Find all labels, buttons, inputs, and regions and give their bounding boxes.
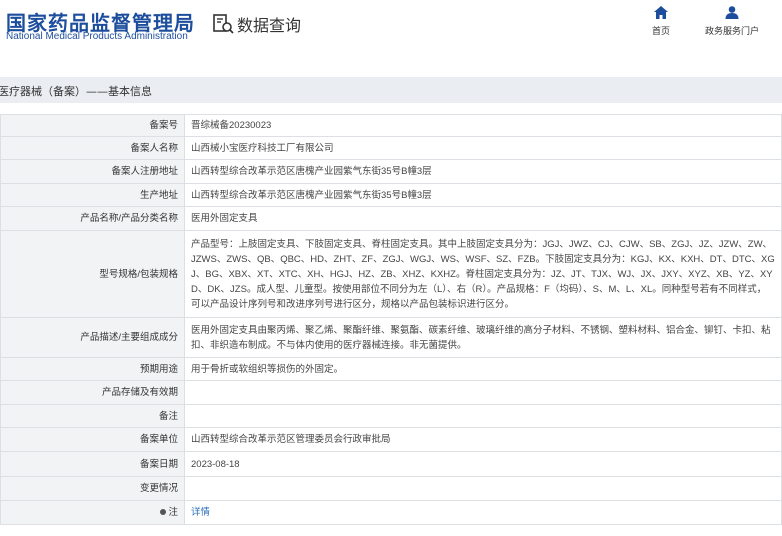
table-row: 产品名称/产品分类名称 医用外固定支具 (0, 206, 782, 231)
row-label: 产品存储及有效期 (0, 380, 185, 405)
row-value: 山西械小宝医疗科技工厂有限公司 (184, 136, 782, 160)
row-value: 山西转型综合改革示范区唐槐产业园紫气东街35号B幢3层 (184, 183, 782, 207)
nav-home-label: 首页 (651, 26, 670, 36)
row-label: 备案号 (0, 114, 185, 137)
row-value: 晋综械备20230023 (184, 114, 782, 137)
row-value: 山西转型综合改革示范区唐槐产业园紫气东街35号B幢3层 (184, 159, 782, 184)
row-value (184, 404, 782, 428)
table-row: 备案号 晋综械备20230023 (0, 114, 782, 137)
row-value: 山西转型综合改革示范区管理委员会行政审批局 (184, 427, 782, 452)
row-value: 2023-08-18 (184, 451, 782, 477)
table-row: 备案人名称 山西械小宝医疗科技工厂有限公司 (0, 136, 782, 160)
table-row: 备案人注册地址 山西转型综合改革示范区唐槐产业园紫气东街35号B幢3层 (0, 159, 782, 184)
dot-icon (160, 509, 167, 516)
details-link[interactable]: 详情 (191, 507, 210, 518)
row-value: 医用外固定支具 (184, 206, 782, 231)
table-row: 变更情况 (0, 476, 782, 501)
row-label-note: 注 (0, 500, 185, 525)
breadcrumb-bar: 医疗器械（备案）——基本信息 (0, 77, 782, 103)
table-row: 生产地址 山西转型综合改革示范区唐槐产业园紫气东街35号B幢3层 (0, 183, 782, 207)
table-row: 备注 (0, 404, 782, 428)
user-icon (725, 6, 739, 19)
site-header: 国家药品监督管理局 National Medical Products Admi… (0, 0, 782, 60)
site-logo-subtitle[interactable]: National Medical Products Administration (6, 31, 188, 42)
document-search-icon (213, 14, 234, 34)
row-label: 生产地址 (0, 183, 185, 207)
data-query-label: 数据查询 (237, 16, 302, 35)
table-row: 备案单位 山西转型综合改革示范区管理委员会行政审批局 (0, 427, 782, 452)
breadcrumb: 医疗器械（备案）——基本信息 (0, 85, 152, 98)
data-query-heading: 数据查询 (212, 12, 301, 36)
row-value: 详情 (184, 500, 782, 525)
nav-service-portal[interactable]: 政务服务门户 (700, 6, 764, 37)
home-icon (654, 6, 668, 19)
row-value (184, 380, 782, 405)
table-row: 产品存储及有效期 (0, 380, 782, 405)
row-label: 产品名称/产品分类名称 (0, 206, 185, 231)
row-label: 产品描述/主要组成成分 (0, 317, 185, 358)
table-row: 注 详情 (0, 500, 782, 525)
table-row: 型号规格/包装规格 产品型号：上肢固定支具、下肢固定支具、脊柱固定支具。其中上肢… (0, 230, 782, 318)
row-value (184, 476, 782, 501)
nav-service-portal-label: 政务服务门户 (704, 26, 759, 36)
row-value: 医用外固定支具由聚丙烯、聚乙烯、聚酯纤维、聚氨酯、碳素纤维、玻璃纤维的高分子材料… (184, 317, 782, 358)
row-value: 产品型号：上肢固定支具、下肢固定支具、脊柱固定支具。其中上肢固定支具分为：JGJ… (184, 230, 782, 318)
row-label: 备案人注册地址 (0, 159, 185, 184)
row-label: 变更情况 (0, 476, 185, 501)
row-label: 备案日期 (0, 451, 185, 477)
row-label: 备案单位 (0, 427, 185, 452)
row-value: 用于骨折或软组织等损伤的外固定。 (184, 357, 782, 381)
table-row: 备案日期 2023-08-18 (0, 451, 782, 477)
detail-table: 备案号 晋综械备20230023 备案人名称 山西械小宝医疗科技工厂有限公司 备… (0, 114, 782, 525)
row-label: 预期用途 (0, 357, 185, 381)
note-label: 注 (168, 507, 178, 518)
row-label: 备注 (0, 404, 185, 428)
row-label: 型号规格/包装规格 (0, 230, 185, 318)
row-label: 备案人名称 (0, 136, 185, 160)
table-row: 产品描述/主要组成成分 医用外固定支具由聚丙烯、聚乙烯、聚酯纤维、聚氨酯、碳素纤… (0, 317, 782, 358)
nav-home[interactable]: 首页 (647, 6, 675, 37)
table-row: 预期用途 用于骨折或软组织等损伤的外固定。 (0, 357, 782, 381)
